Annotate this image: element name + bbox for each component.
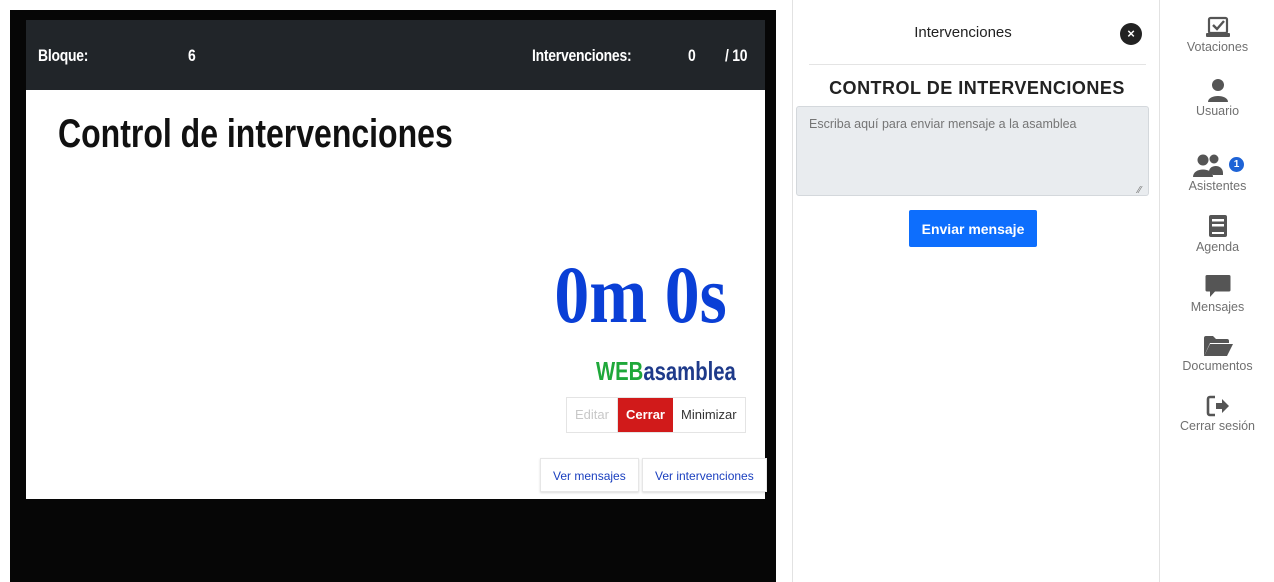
ver-intervenciones-button[interactable]: Ver intervenciones [642,458,767,492]
nav-usuario[interactable]: Usuario [1161,78,1274,118]
brand-asamblea: asamblea [643,356,736,386]
divider [809,64,1146,65]
nav-cerrar-sesion[interactable]: Cerrar sesión [1161,395,1274,433]
bloque-value: 6 [188,46,196,65]
nav-label: Mensajes [1190,300,1245,314]
asistentes-badge: 1 [1229,157,1244,172]
nav-mensajes[interactable]: Mensajes [1161,274,1274,314]
side-panel-title: Intervenciones [914,24,1012,41]
users-icon [1193,154,1223,177]
nav-label: Votaciones [1186,40,1249,54]
panel-title: Control de intervenciones [58,112,453,156]
folder-open-icon [1203,336,1233,356]
close-icon[interactable]: × [1120,23,1142,45]
stage-header: Bloque: 6 Intervenciones: 0 / 10 [26,20,765,90]
nav-asistentes[interactable]: 1 Asistentes [1161,153,1274,193]
close-button[interactable]: Cerrar [617,398,673,432]
control-panel: Control de intervenciones 0m 0s WEBasamb… [26,90,767,499]
side-panel-heading: CONTROL DE INTERVENCIONES [829,78,1125,98]
right-nav: Votaciones Usuario 1 Asistentes Agenda M… [1161,0,1274,582]
nav-label: Agenda [1195,240,1240,254]
bloque-label: Bloque: [38,46,89,65]
edit-button[interactable]: Editar [567,398,618,432]
control-button-group: Editar Cerrar Minimizar [566,397,746,433]
nav-votaciones[interactable]: Votaciones [1161,16,1274,54]
nav-label: Documentos [1182,359,1253,373]
brand-logo: WEBasamblea [596,356,736,387]
message-icon [1205,275,1230,297]
ver-mensajes-button[interactable]: Ver mensajes [540,458,639,492]
resize-grip-icon[interactable]: ⁄⁄ [1138,185,1141,196]
nav-label: Asistentes [1188,179,1247,193]
intervenciones-total: / 10 [725,46,748,65]
user-icon [1207,79,1228,102]
timer-display: 0m 0s [554,249,727,340]
message-textarea[interactable] [796,106,1149,196]
chat-side-panel: Intervenciones × CONTROL DE INTERVENCION… [792,0,1160,582]
book-icon [1208,215,1227,237]
sign-out-icon [1206,395,1229,417]
minimize-button[interactable]: Minimizar [673,398,745,432]
vote-check-icon [1205,16,1230,37]
intervenciones-label: Intervenciones: [532,46,632,65]
nav-label: Usuario [1195,104,1240,118]
nav-documentos[interactable]: Documentos [1161,335,1274,373]
nav-agenda[interactable]: Agenda [1161,214,1274,254]
brand-web: WEB [596,356,644,386]
intervenciones-count: 0 [688,46,696,65]
nav-label: Cerrar sesión [1179,419,1256,433]
send-message-button[interactable]: Enviar mensaje [909,210,1037,247]
